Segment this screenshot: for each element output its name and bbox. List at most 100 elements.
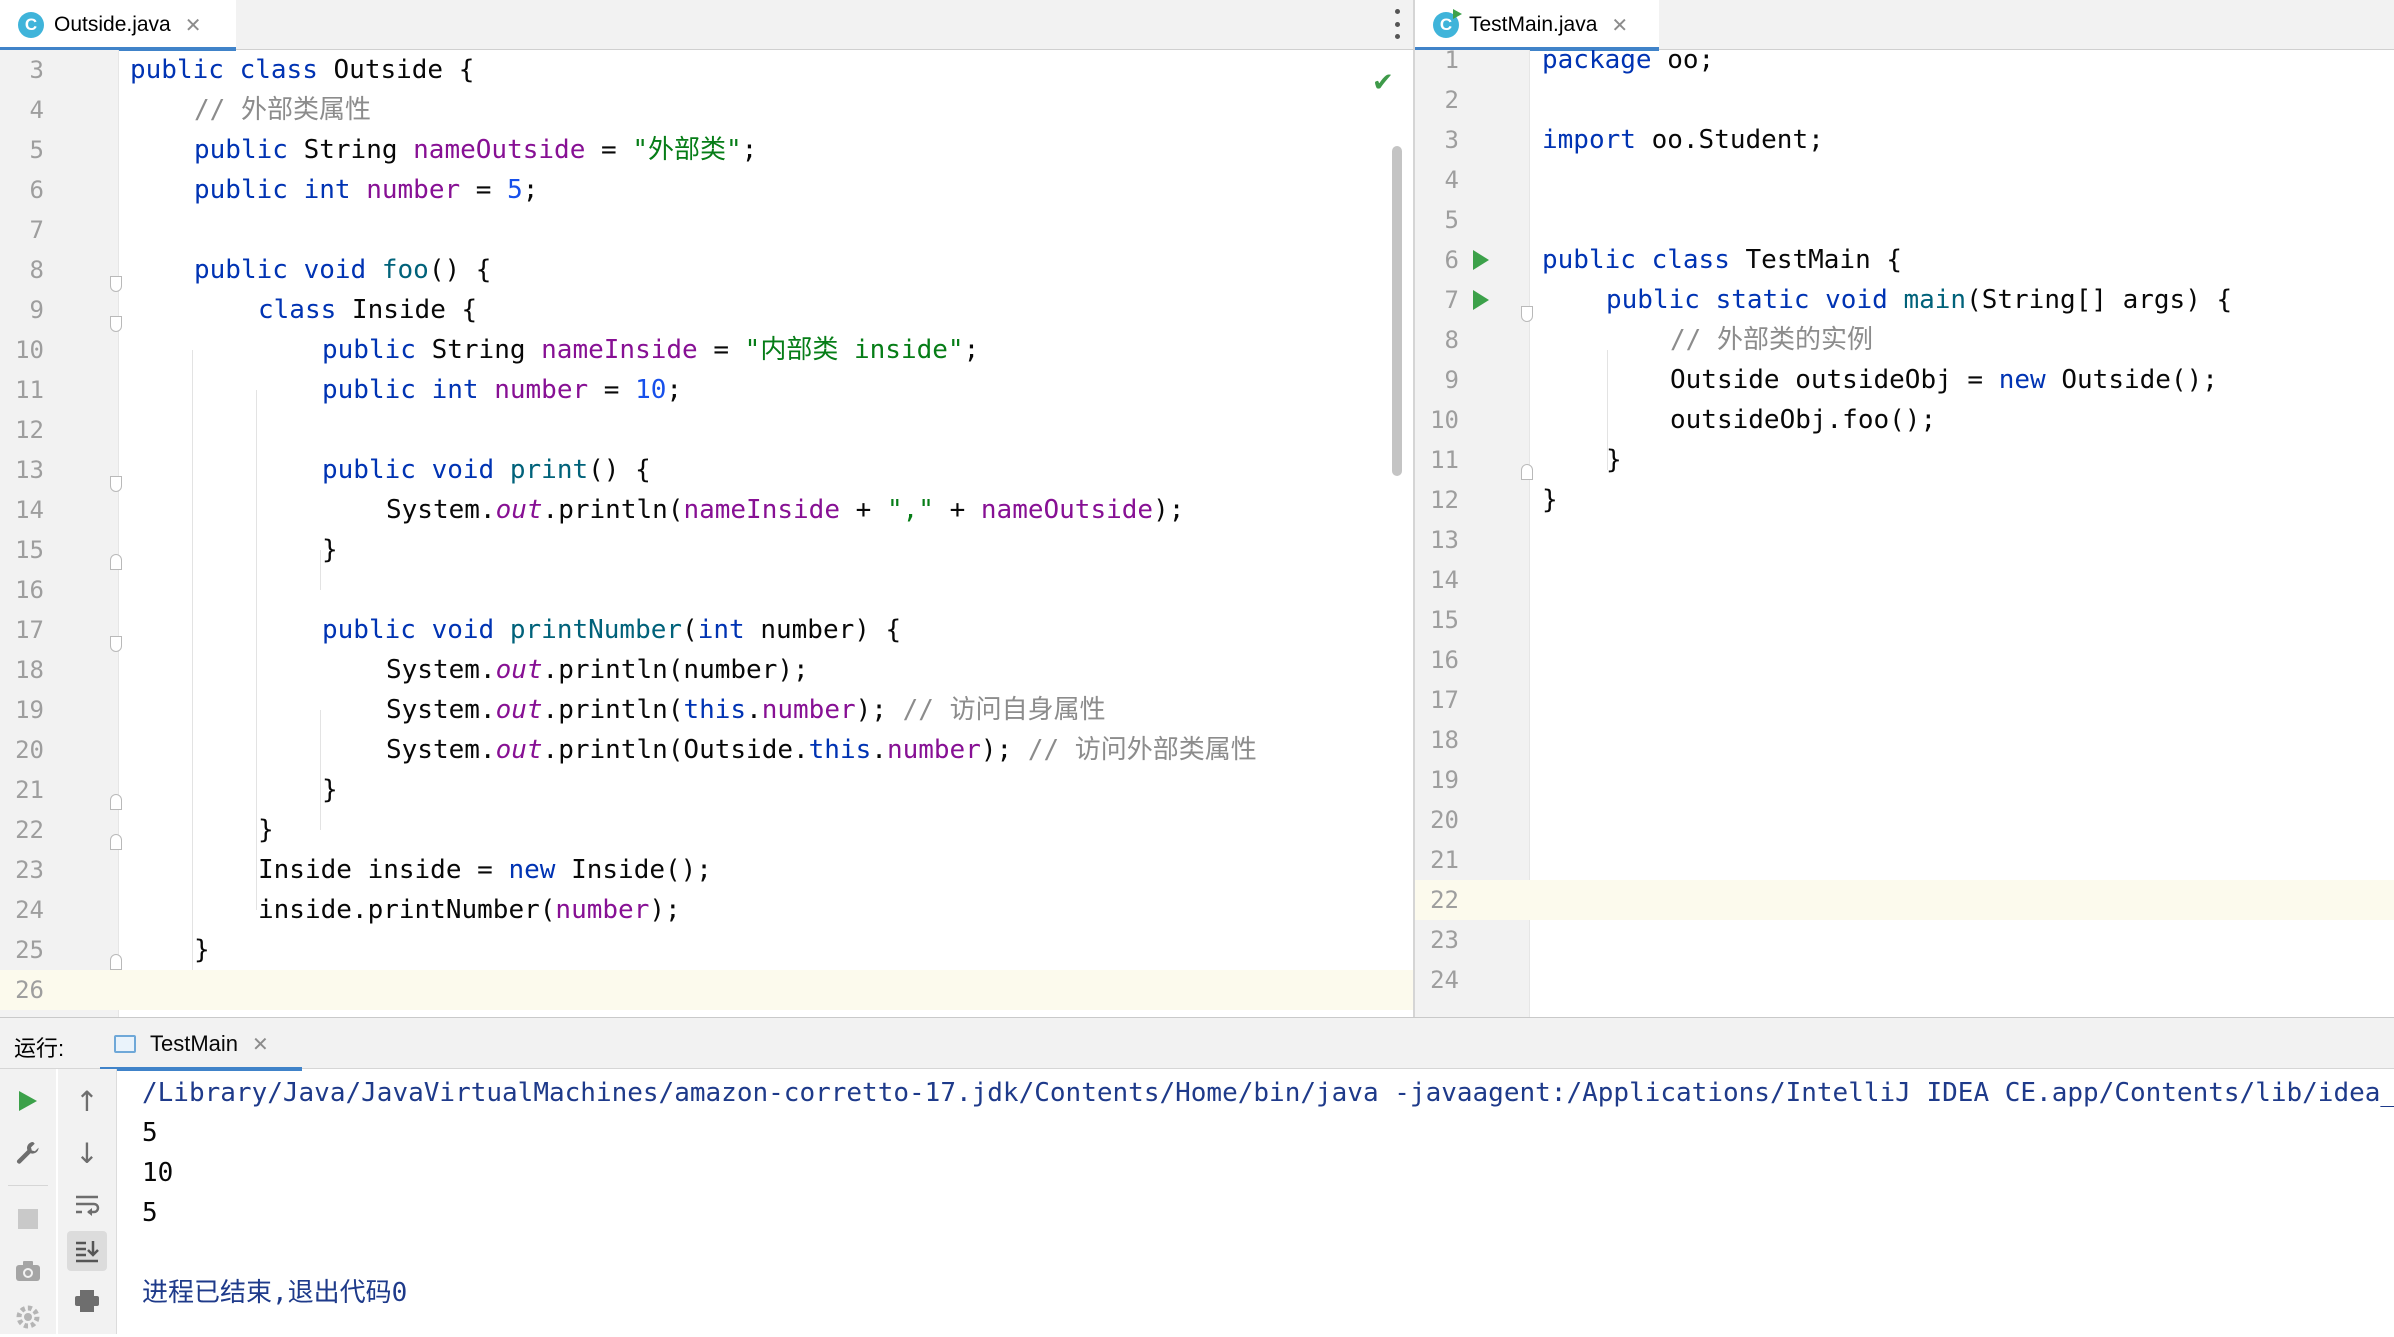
token: oo; (1651, 50, 1715, 75)
token: Inside { (336, 295, 478, 325)
java-runnable-class-icon: C (1433, 9, 1462, 38)
run-toolbar-secondary: ↑ ↓ (58, 1069, 117, 1334)
stop-icon[interactable] (8, 1199, 48, 1239)
print-icon[interactable] (67, 1281, 107, 1321)
settings-icon[interactable] (8, 1297, 48, 1337)
line-number: 6 (29, 176, 44, 204)
token: public (130, 55, 224, 85)
token: .println( (542, 695, 684, 725)
token: .println( (542, 495, 684, 525)
tab-label: TestMain.java (1469, 13, 1598, 36)
code-line: 5 (1415, 200, 2394, 240)
wrench-icon[interactable] (8, 1133, 48, 1173)
fold-icon[interactable] (110, 794, 122, 810)
tab-testmain-java[interactable]: C TestMain.java ✕ (1415, 0, 1659, 51)
scroll-to-end-icon[interactable] (67, 1231, 107, 1271)
console-output-line: 5 (142, 1198, 158, 1228)
run-tab-testmain[interactable]: TestMain ✕ (100, 1018, 302, 1071)
fold-icon[interactable] (110, 954, 122, 970)
code-line-current: 22 (1415, 880, 2394, 920)
code-line: 4 (1415, 160, 2394, 200)
close-icon[interactable]: ✕ (185, 13, 202, 38)
code-line: 19 (1415, 760, 2394, 800)
code-line: 19 System.out.println(this.number); // 访问… (0, 690, 1413, 730)
token: System. (386, 495, 496, 525)
code-line: 22} (0, 810, 1413, 850)
run-tab-label: TestMain (150, 1031, 239, 1056)
editor-outside-java[interactable]: 3 public class Outside { 4 // 外部类属性 5 publi… (0, 50, 1413, 1017)
line-number: 20 (15, 736, 44, 764)
tab-outside-java[interactable]: C Outside.java ✕ (0, 0, 236, 51)
token: ); (855, 695, 903, 725)
code-line: 20 (1415, 800, 2394, 840)
token: = (460, 175, 508, 205)
run-console-output[interactable]: /Library/Java/JavaVirtualMachines/amazon… (116, 1069, 2394, 1334)
fold-icon[interactable] (110, 636, 122, 652)
more-options-icon[interactable] (1393, 9, 1401, 39)
fold-icon[interactable] (1521, 464, 1533, 480)
soft-wrap-icon[interactable] (67, 1185, 107, 1225)
code-line: 9 class Inside { (0, 290, 1413, 330)
token: import (1542, 125, 1636, 155)
code-line: 3 public class Outside { (0, 50, 1413, 90)
vertical-scrollbar[interactable] (1392, 146, 1402, 476)
line-number: 19 (15, 696, 44, 724)
run-icon[interactable] (8, 1081, 48, 1121)
token: public (322, 615, 416, 645)
fold-icon[interactable] (110, 476, 122, 492)
token: int (697, 615, 745, 645)
token: void (431, 615, 495, 645)
line-number: 14 (15, 496, 44, 524)
camera-icon[interactable] (8, 1251, 48, 1291)
code-line: 10 outsideObj.foo(); (1415, 400, 2394, 440)
console-exit-message: 进程已结束,退出代码0 (142, 1278, 408, 1308)
code-line: 9 Outside outsideObj = new Outside(); (1415, 360, 2394, 400)
code-line: 23 (1415, 920, 2394, 960)
fold-icon[interactable] (110, 316, 122, 332)
token: public (194, 135, 288, 165)
token: class (1651, 245, 1730, 275)
token: System. (386, 695, 496, 725)
inspection-ok-icon[interactable]: ✔ (1372, 68, 1394, 98)
fold-icon[interactable] (110, 834, 122, 850)
run-gutter-icon[interactable] (1473, 290, 1489, 310)
token: number (886, 735, 981, 765)
token: int (431, 375, 479, 405)
line-number: 20 (1430, 806, 1459, 834)
token: printNumber (509, 615, 683, 645)
token: + (933, 495, 981, 525)
close-icon[interactable]: ✕ (252, 1032, 269, 1057)
line-number: 8 (1444, 326, 1459, 354)
token: .println(Outside. (542, 735, 809, 765)
fold-icon[interactable] (110, 554, 122, 570)
editor-testmain-java[interactable]: 1 package oo; 2 3 import oo.Student; 4 5 6… (1415, 50, 2394, 1017)
code-line: 1 package oo; (1415, 50, 2394, 80)
token: } (1542, 485, 1558, 515)
code-line: 16 (1415, 640, 2394, 680)
token: String (415, 335, 542, 365)
comment: // 外部类属性 (194, 95, 371, 125)
close-icon[interactable]: ✕ (1611, 13, 1628, 38)
fold-icon[interactable] (1521, 306, 1533, 322)
token: .println(number); (542, 655, 809, 685)
fold-icon[interactable] (110, 276, 122, 292)
line-number: 24 (15, 896, 44, 924)
arrow-up-icon[interactable]: ↑ (67, 1081, 107, 1121)
line-number: 4 (1444, 166, 1459, 194)
line-number: 22 (1415, 880, 1459, 920)
console-output-line: 10 (142, 1158, 174, 1188)
run-gutter-icon[interactable] (1473, 250, 1489, 270)
token: "外部类" (632, 135, 742, 165)
token: int (303, 175, 351, 205)
token: number (555, 895, 650, 925)
code-line: 16 (0, 570, 1413, 610)
line-number: 23 (15, 856, 44, 884)
run-panel-title: 运行: (14, 1036, 65, 1061)
line-number: 13 (1430, 526, 1459, 554)
line-number: 7 (1444, 286, 1459, 314)
arrow-down-icon[interactable]: ↓ (67, 1133, 107, 1173)
